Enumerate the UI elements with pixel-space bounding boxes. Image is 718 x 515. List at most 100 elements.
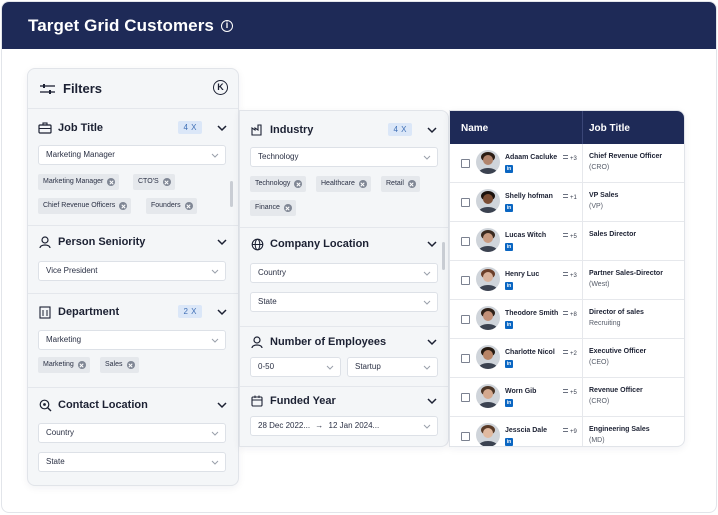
linkedin-icon[interactable]: in	[505, 399, 513, 407]
chevron-down-icon[interactable]	[426, 124, 438, 136]
scrollbar[interactable]	[442, 242, 445, 270]
contact-location-header[interactable]: Contact Location	[38, 395, 228, 415]
remove-chip-icon[interactable]	[126, 361, 135, 369]
email-count[interactable]: +3	[563, 272, 577, 279]
chevron-down-icon[interactable]	[216, 399, 228, 411]
remove-chip-icon[interactable]	[119, 202, 128, 210]
remove-chip-icon[interactable]	[358, 180, 367, 188]
avatar[interactable]	[476, 189, 500, 213]
job-title-select[interactable]: Marketing Manager	[38, 145, 226, 165]
department-header[interactable]: Department 2 X	[38, 302, 228, 322]
industry-count-badge[interactable]: 4 X	[388, 123, 412, 136]
chip-chief-revenue-officers[interactable]: Chief Revenue Officers	[38, 198, 132, 214]
linkedin-icon[interactable]: in	[505, 321, 513, 329]
chevron-down-icon[interactable]	[216, 236, 228, 248]
linkedin-icon[interactable]: in	[505, 165, 513, 173]
linkedin-icon[interactable]: in	[505, 282, 513, 290]
avatar[interactable]	[476, 384, 500, 408]
employees-header[interactable]: Number of Employees	[250, 332, 438, 352]
remove-chip-icon[interactable]	[283, 204, 292, 212]
email-count[interactable]: +1	[563, 194, 577, 201]
employees-range-select[interactable]: 0-50	[250, 357, 341, 377]
remove-chip-icon[interactable]	[107, 178, 116, 186]
table-row[interactable]: Charlotte Nicol in +2 Executive Officer …	[450, 339, 684, 378]
email-count[interactable]: +9	[563, 428, 577, 435]
email-count[interactable]: +2	[563, 350, 577, 357]
scrollbar[interactable]	[230, 181, 233, 207]
job-title-header[interactable]: Job Title 4 X	[38, 118, 228, 138]
remove-chip-icon[interactable]	[184, 202, 193, 210]
chip-healthcare[interactable]: Healthcare	[316, 176, 371, 192]
column-header-job-title[interactable]: Job Title	[589, 123, 630, 134]
employees-stage-select[interactable]: Startup	[347, 357, 438, 377]
seniority-select[interactable]: Vice President	[38, 261, 226, 281]
row-checkbox[interactable]	[461, 159, 470, 168]
info-icon[interactable]	[221, 19, 233, 32]
avatar[interactable]	[476, 150, 500, 174]
avatar[interactable]	[476, 306, 500, 330]
table-row[interactable]: Theodore Smith in +8 Director of sales R…	[450, 300, 684, 339]
linkedin-icon[interactable]: in	[505, 243, 513, 251]
chevron-down-icon[interactable]	[426, 395, 438, 407]
remove-chip-icon[interactable]	[294, 180, 303, 188]
chip-marketing[interactable]: Marketing	[38, 357, 90, 373]
row-checkbox[interactable]	[461, 354, 470, 363]
row-checkbox[interactable]	[461, 315, 470, 324]
chip-technology[interactable]: Technology	[250, 176, 307, 192]
contact-name[interactable]: Jesscia Dale	[505, 427, 547, 434]
industry-header[interactable]: Industry 4 X	[250, 120, 438, 140]
linkedin-icon[interactable]: in	[505, 438, 513, 446]
person-seniority-header[interactable]: Person Seniority	[38, 232, 228, 252]
contact-state-select[interactable]: State	[38, 452, 226, 472]
remove-chip-icon[interactable]	[162, 178, 171, 186]
row-checkbox[interactable]	[461, 276, 470, 285]
remove-chip-icon[interactable]	[77, 361, 86, 369]
contact-name[interactable]: Worn Gib	[505, 388, 536, 395]
email-count[interactable]: +3	[563, 155, 577, 162]
remove-chip-icon[interactable]	[407, 180, 416, 188]
industry-select[interactable]: Technology	[250, 147, 438, 167]
linkedin-icon[interactable]: in	[505, 204, 513, 212]
contact-name[interactable]: Charlotte Nicol	[505, 349, 555, 356]
row-checkbox[interactable]	[461, 237, 470, 246]
email-count[interactable]: +5	[563, 389, 577, 396]
job-title-count-badge[interactable]: 4 X	[178, 121, 202, 134]
chip-ctos[interactable]: CTO'S	[133, 174, 175, 190]
table-row[interactable]: Lucas Witch in +5 Sales Director	[450, 222, 684, 261]
table-row[interactable]: Henry Luc in +3 Partner Sales-Director (…	[450, 261, 684, 300]
company-location-header[interactable]: Company Location	[250, 234, 438, 254]
company-state-select[interactable]: State	[250, 292, 438, 312]
row-checkbox[interactable]	[461, 198, 470, 207]
contact-name[interactable]: Lucas Witch	[505, 232, 546, 239]
table-row[interactable]: Shelly hofman in +1 VP Sales (VP)	[450, 183, 684, 222]
chip-retail[interactable]: Retail	[381, 176, 420, 192]
chip-marketing-manager[interactable]: Marketing Manager	[38, 174, 120, 190]
contact-name[interactable]: Shelly hofman	[505, 193, 553, 200]
avatar[interactable]	[476, 267, 500, 291]
table-row[interactable]: Adaam Cacluke in +3 Chief Revenue Office…	[450, 144, 684, 183]
chevron-down-icon[interactable]	[216, 122, 228, 134]
funded-year-header[interactable]: Funded Year	[250, 391, 438, 411]
contact-country-select[interactable]: Country	[38, 423, 226, 443]
chip-founders[interactable]: Founders	[146, 198, 197, 214]
contact-name[interactable]: Theodore Smith	[505, 310, 558, 317]
chevron-down-icon[interactable]	[216, 306, 228, 318]
column-header-name[interactable]: Name	[461, 123, 488, 134]
avatar[interactable]	[476, 345, 500, 369]
chip-sales[interactable]: Sales	[100, 357, 139, 373]
funded-year-range[interactable]: 28 Dec 2022... → 12 Jan 2024...	[250, 416, 438, 436]
chip-finance[interactable]: Finance	[250, 200, 296, 216]
collapse-k-icon[interactable]: K	[213, 80, 228, 95]
contact-name[interactable]: Henry Luc	[505, 271, 539, 278]
department-select[interactable]: Marketing	[38, 330, 226, 350]
table-row[interactable]: Worn Gib in +5 Revenue Officer (CRO)	[450, 378, 684, 417]
company-country-select[interactable]: Country	[250, 263, 438, 283]
email-count[interactable]: +8	[563, 311, 577, 318]
avatar[interactable]	[476, 423, 500, 446]
row-checkbox[interactable]	[461, 393, 470, 402]
chevron-down-icon[interactable]	[426, 238, 438, 250]
department-count-badge[interactable]: 2 X	[178, 305, 202, 318]
row-checkbox[interactable]	[461, 432, 470, 441]
linkedin-icon[interactable]: in	[505, 360, 513, 368]
table-row[interactable]: Jesscia Dale in +9 Engineering Sales (MD…	[450, 417, 684, 446]
